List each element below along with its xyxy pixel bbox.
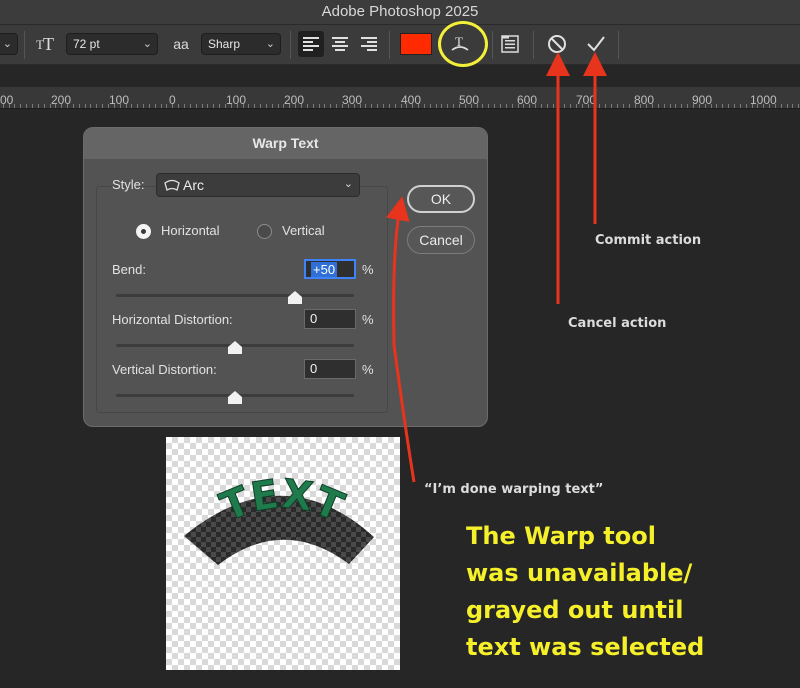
commit-annotation: Commit action (595, 233, 702, 248)
note-line: The Warp tool (466, 522, 656, 550)
done-annotation: “I’m done warping text” (424, 482, 604, 497)
cancel-annotation: Cancel action (568, 316, 667, 331)
note-line: text was selected (466, 633, 705, 661)
ok-arrow (385, 196, 416, 483)
note-line: was unavailable/ (466, 559, 693, 587)
note-line: grayed out until (466, 596, 684, 624)
warp-note: The Warp tool was unavailable/ grayed ou… (466, 518, 766, 666)
